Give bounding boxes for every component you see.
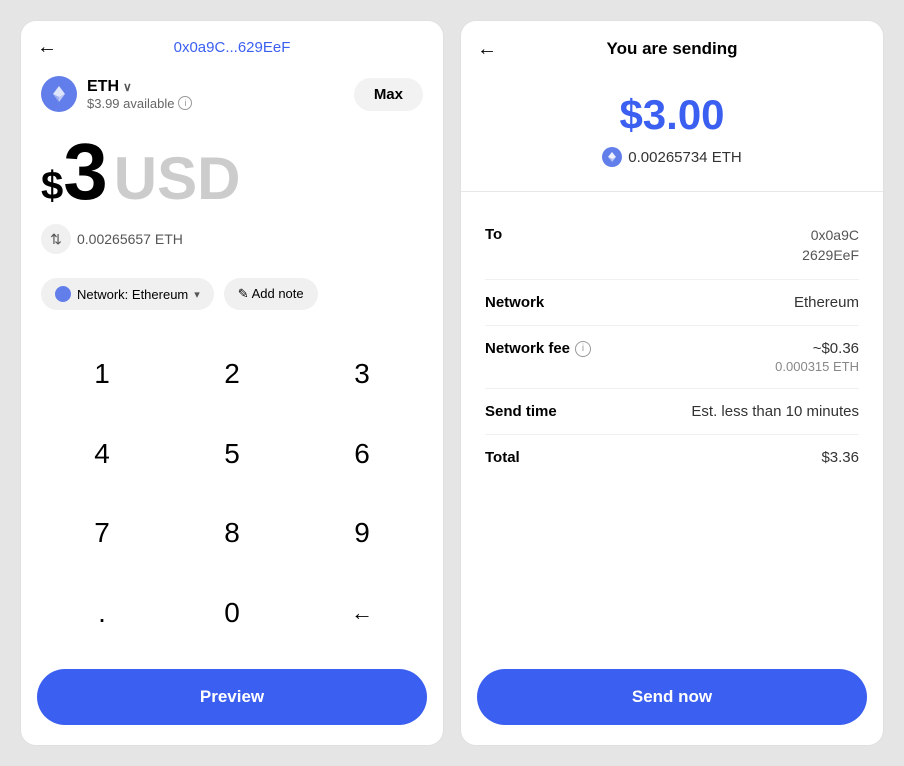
network-button[interactable]: Network: Ethereum ▾ [41, 278, 214, 310]
key-3[interactable]: 3 [297, 334, 427, 414]
network-label: Network [485, 294, 544, 311]
sending-amount-section: $3.00 0.00265734 ETH [461, 71, 883, 192]
right-back-arrow[interactable]: ← [477, 38, 497, 61]
details-section: To 0x0a9C 2629EeF Network Ethereum Netwo… [461, 192, 883, 500]
total-row: Total $3.36 [485, 435, 859, 480]
token-row: ETH ∨ $3.99 available i Max [21, 68, 443, 124]
amount-number: 3 [63, 132, 108, 212]
network-chevron-icon: ▾ [194, 288, 200, 301]
details-wrapper: To 0x0a9C 2629EeF Network Ethereum Netwo… [461, 192, 883, 745]
left-header: ← 0x0a9C...629EeF [21, 21, 443, 68]
fee-row: Network fee i ~$0.36 0.000315 ETH [485, 326, 859, 389]
key-4[interactable]: 4 [37, 414, 167, 494]
network-value: Ethereum [794, 294, 859, 311]
to-address-line1: 0x0a9C [802, 226, 859, 246]
to-label: To [485, 226, 502, 243]
to-row: To 0x0a9C 2629EeF [485, 212, 859, 280]
amount-display: $ 3 USD [21, 124, 443, 216]
key-8[interactable]: 8 [167, 494, 297, 574]
keypad: 1 2 3 4 5 6 7 8 9 . 0 ← [21, 330, 443, 657]
token-name[interactable]: ETH ∨ [87, 78, 192, 96]
token-details: ETH ∨ $3.99 available i [87, 78, 192, 111]
sending-usd-amount: $3.00 [619, 91, 724, 139]
swap-icon[interactable]: ⇅ [41, 224, 71, 254]
key-1[interactable]: 1 [37, 334, 167, 414]
total-label: Total [485, 449, 520, 466]
key-dot[interactable]: . [37, 573, 167, 653]
sending-eth-amount: 0.00265734 ETH [628, 149, 741, 166]
options-row: Network: Ethereum ▾ ✎ Add note [21, 270, 443, 330]
available-info-icon[interactable]: i [178, 96, 192, 110]
max-button[interactable]: Max [354, 78, 423, 111]
fee-label: Network fee [485, 340, 570, 357]
add-note-button[interactable]: ✎ Add note [224, 278, 318, 310]
fee-eth: 0.000315 ETH [775, 359, 859, 374]
preview-button[interactable]: Preview [37, 669, 427, 725]
key-6[interactable]: 6 [297, 414, 427, 494]
total-value: $3.36 [821, 449, 859, 466]
network-eth-icon [55, 286, 71, 302]
key-0[interactable]: 0 [167, 573, 297, 653]
send-time-label: Send time [485, 403, 557, 420]
eth-equiv-text: 0.00265657 ETH [77, 231, 183, 247]
key-backspace[interactable]: ← [297, 573, 427, 653]
token-available: $3.99 available i [87, 96, 192, 111]
eth-small-icon [602, 147, 622, 167]
send-time-value: Est. less than 10 minutes [691, 403, 859, 420]
key-7[interactable]: 7 [37, 494, 167, 574]
sending-eth-row: 0.00265734 ETH [602, 147, 741, 167]
key-5[interactable]: 5 [167, 414, 297, 494]
amount-currency: USD [114, 149, 241, 209]
fee-info-icon[interactable]: i [575, 341, 591, 357]
send-time-row: Send time Est. less than 10 minutes [485, 389, 859, 435]
eth-equivalent-row: ⇅ 0.00265657 ETH [21, 216, 443, 270]
left-back-arrow[interactable]: ← [37, 36, 57, 59]
network-label: Network: Ethereum [77, 287, 188, 302]
dollar-sign: $ [41, 164, 63, 209]
right-header: ← You are sending [461, 21, 883, 71]
key-2[interactable]: 2 [167, 334, 297, 414]
recipient-address[interactable]: 0x0a9C...629EeF [174, 39, 291, 56]
right-header-title: You are sending [607, 39, 738, 59]
fee-label-row: Network fee i [485, 340, 591, 357]
fee-value: ~$0.36 [775, 340, 859, 357]
key-9[interactable]: 9 [297, 494, 427, 574]
send-now-button[interactable]: Send now [477, 669, 867, 725]
token-info[interactable]: ETH ∨ $3.99 available i [41, 76, 192, 112]
token-chevron-icon: ∨ [123, 80, 132, 94]
eth-logo-icon [41, 76, 77, 112]
to-address-line2: 2629EeF [802, 246, 859, 266]
network-row: Network Ethereum [485, 280, 859, 326]
